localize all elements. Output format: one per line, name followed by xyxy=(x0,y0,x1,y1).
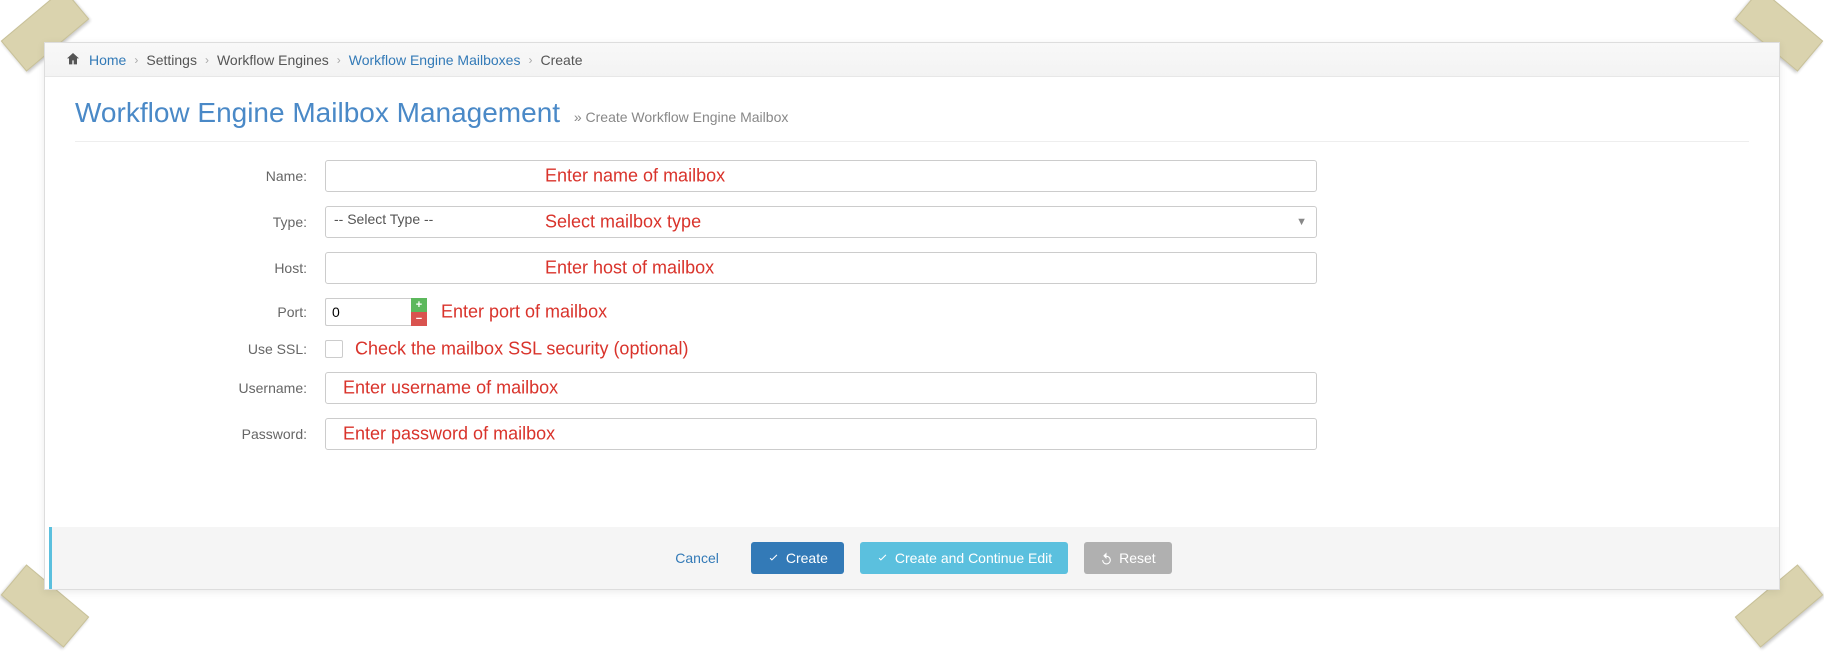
port-increment-button[interactable]: + xyxy=(411,298,427,312)
page-title: Workflow Engine Mailbox Management » Cre… xyxy=(75,97,1749,129)
type-select[interactable]: -- Select Type -- xyxy=(325,206,1317,238)
form-area: Workflow Engine Mailbox Management » Cre… xyxy=(45,77,1779,450)
create-continue-button[interactable]: Create and Continue Edit xyxy=(860,542,1068,574)
label-type: Type: xyxy=(75,214,325,230)
label-username: Username: xyxy=(75,380,325,396)
label-name: Name: xyxy=(75,168,325,184)
chevron-right-icon: › xyxy=(528,53,532,67)
action-bar: Cancel Create Create and Continue Edit R… xyxy=(49,527,1779,589)
cancel-button[interactable]: Cancel xyxy=(659,542,735,574)
breadcrumb-settings: Settings xyxy=(146,52,197,68)
breadcrumb-home[interactable]: Home xyxy=(89,52,126,68)
name-input[interactable] xyxy=(325,160,1317,192)
username-input[interactable] xyxy=(325,372,1317,404)
port-spinner: + − xyxy=(411,298,427,326)
undo-icon xyxy=(1100,552,1113,565)
breadcrumb-create: Create xyxy=(540,52,582,68)
breadcrumb-mailboxes[interactable]: Workflow Engine Mailboxes xyxy=(349,52,521,68)
breadcrumb: Home › Settings › Workflow Engines › Wor… xyxy=(45,43,1779,77)
home-icon xyxy=(65,51,81,68)
divider xyxy=(75,141,1749,142)
label-host: Host: xyxy=(75,260,325,276)
label-port: Port: xyxy=(75,304,325,320)
ssl-checkbox[interactable] xyxy=(325,340,343,358)
port-input[interactable] xyxy=(325,298,411,326)
password-input[interactable] xyxy=(325,418,1317,450)
chevron-right-icon: › xyxy=(337,53,341,67)
annotation-ssl: Check the mailbox SSL security (optional… xyxy=(355,339,688,360)
page-card: Home › Settings › Workflow Engines › Wor… xyxy=(44,42,1780,590)
check-icon xyxy=(876,552,889,565)
chevron-right-icon: › xyxy=(134,53,138,67)
create-button[interactable]: Create xyxy=(751,542,844,574)
breadcrumb-engines: Workflow Engines xyxy=(217,52,329,68)
reset-button[interactable]: Reset xyxy=(1084,542,1172,574)
chevron-right-icon: › xyxy=(205,53,209,67)
port-decrement-button[interactable]: − xyxy=(411,312,427,326)
label-ssl: Use SSL: xyxy=(75,341,325,357)
label-password: Password: xyxy=(75,426,325,442)
check-icon xyxy=(767,552,780,565)
page-subtitle: » Create Workflow Engine Mailbox xyxy=(574,109,789,125)
host-input[interactable] xyxy=(325,252,1317,284)
